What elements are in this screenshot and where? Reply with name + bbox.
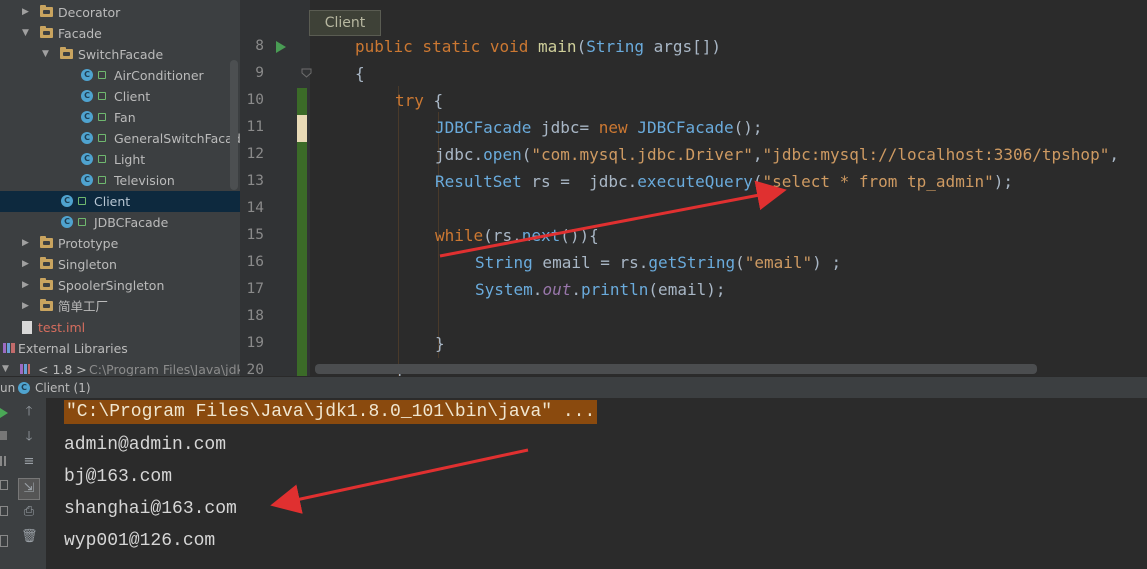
annotation-arrows <box>270 180 787 514</box>
annotation-arrow-query <box>439 180 787 258</box>
annotation-arrow-output <box>270 448 529 514</box>
